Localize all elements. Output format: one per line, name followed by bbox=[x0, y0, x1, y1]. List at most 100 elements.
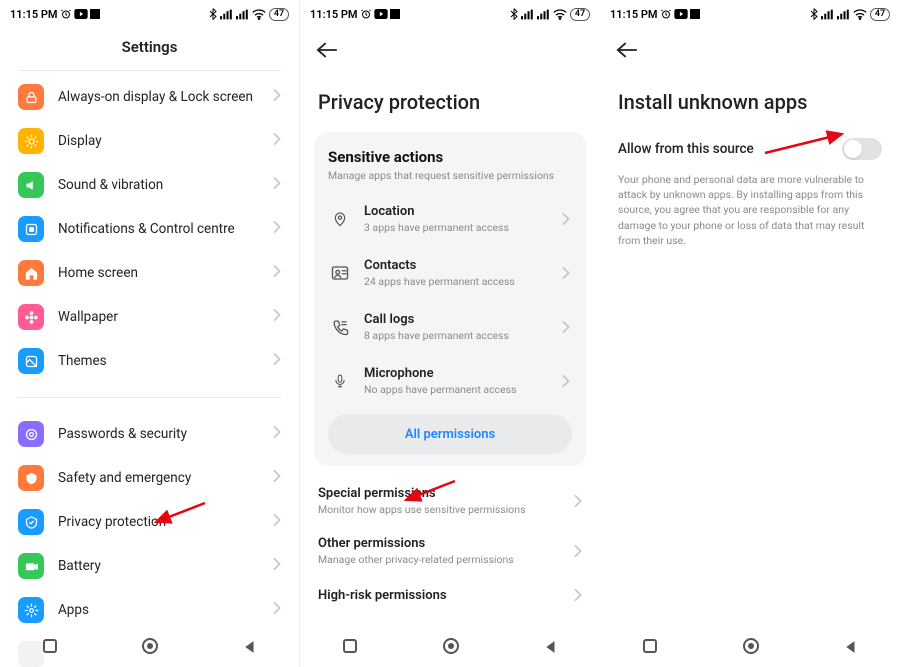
settings-item[interactable]: Passwords & security bbox=[0, 412, 299, 456]
gear-shield-icon bbox=[18, 421, 44, 447]
signal-icon bbox=[220, 9, 233, 20]
square-icon bbox=[90, 9, 100, 19]
settings-item-label: Notifications & Control centre bbox=[58, 221, 235, 237]
phone-icon bbox=[330, 319, 350, 336]
nav-bar bbox=[0, 629, 299, 667]
alarm-icon bbox=[660, 8, 672, 20]
bluetooth-icon bbox=[209, 8, 217, 20]
chevron-right-icon bbox=[574, 492, 582, 511]
alarm-icon bbox=[360, 8, 372, 20]
nav-bar bbox=[300, 629, 600, 667]
card-title: Sensitive actions bbox=[328, 148, 572, 166]
more-permission-sub: Manage other privacy-related permissions bbox=[318, 553, 514, 566]
chevron-right-icon bbox=[273, 89, 281, 105]
settings-item[interactable]: Privacy protection bbox=[0, 500, 299, 544]
chevron-right-icon bbox=[273, 470, 281, 486]
page-title: Settings bbox=[0, 28, 299, 70]
wifi-icon bbox=[553, 9, 567, 20]
nav-home-icon[interactable] bbox=[742, 637, 760, 659]
all-permissions-button[interactable]: All permissions bbox=[328, 414, 572, 454]
gear-icon bbox=[18, 597, 44, 623]
back-button[interactable] bbox=[616, 38, 640, 62]
settings-item-label: Sound & vibration bbox=[58, 177, 163, 193]
permission-label: Call logs bbox=[364, 312, 509, 327]
nav-recent-icon[interactable] bbox=[42, 638, 58, 658]
more-permission-label: Other permissions bbox=[318, 536, 514, 551]
permission-label: Contacts bbox=[364, 258, 515, 273]
chevron-right-icon bbox=[273, 602, 281, 618]
nav-recent-icon[interactable] bbox=[642, 638, 658, 658]
chevron-right-icon bbox=[273, 514, 281, 530]
settings-item-label: Safety and emergency bbox=[58, 470, 191, 486]
bluetooth-icon bbox=[810, 8, 818, 20]
signal-icon bbox=[521, 9, 534, 20]
settings-item-label: Privacy protection bbox=[58, 514, 166, 530]
settings-item[interactable]: Safety and emergency bbox=[0, 456, 299, 500]
nav-back-icon[interactable] bbox=[243, 639, 257, 658]
screen-privacy-protection: 11:15 PM 47 Privacy protection Sensitive… bbox=[300, 0, 600, 667]
status-time: 11:15 PM bbox=[310, 8, 358, 21]
chevron-right-icon bbox=[273, 353, 281, 369]
settings-item[interactable]: Notifications & Control centre bbox=[0, 207, 299, 251]
nav-bar bbox=[600, 629, 900, 667]
chevron-right-icon bbox=[273, 265, 281, 281]
settings-item-label: Themes bbox=[58, 353, 107, 369]
more-permission-label: High-risk permissions bbox=[318, 588, 447, 603]
square-icon bbox=[390, 9, 400, 19]
battery-icon: 47 bbox=[269, 8, 289, 21]
wifi-icon bbox=[252, 9, 266, 20]
permission-item[interactable]: Contacts 24 apps have permanent access bbox=[328, 246, 572, 300]
status-time: 11:15 PM bbox=[610, 8, 658, 21]
permission-item[interactable]: Call logs 8 apps have permanent access bbox=[328, 300, 572, 354]
settings-item[interactable]: Sound & vibration bbox=[0, 163, 299, 207]
lock-icon bbox=[18, 84, 44, 110]
permission-item[interactable]: Location 3 apps have permanent access bbox=[328, 192, 572, 246]
chevron-right-icon bbox=[574, 586, 582, 605]
nav-back-icon[interactable] bbox=[844, 639, 858, 658]
nav-home-icon[interactable] bbox=[141, 637, 159, 659]
signal-icon bbox=[537, 9, 550, 20]
youtube-icon bbox=[74, 9, 88, 19]
wifi-icon bbox=[853, 9, 867, 20]
screen-install-unknown-apps: 11:15 PM 47 Install unknown apps Allow f… bbox=[600, 0, 900, 667]
settings-item[interactable]: Display bbox=[0, 119, 299, 163]
page-title: Privacy protection bbox=[300, 68, 600, 132]
chevron-right-icon bbox=[273, 221, 281, 237]
nav-home-icon[interactable] bbox=[442, 637, 460, 659]
chevron-right-icon bbox=[273, 309, 281, 325]
more-permission-item[interactable]: Special permissionsMonitor how apps use … bbox=[318, 476, 582, 526]
more-permission-item[interactable]: High-risk permissions bbox=[318, 576, 582, 615]
settings-item[interactable]: Always-on display & Lock screen bbox=[0, 75, 299, 119]
permission-item[interactable]: MicrophoneNo apps have permanent access bbox=[328, 354, 572, 408]
flower-icon bbox=[18, 304, 44, 330]
settings-item[interactable]: Home screen bbox=[0, 251, 299, 295]
settings-item-label: Always-on display & Lock screen bbox=[58, 89, 253, 105]
more-permission-item[interactable]: Other permissions Manage other privacy-re… bbox=[318, 526, 582, 576]
youtube-icon bbox=[374, 9, 388, 19]
nav-back-icon[interactable] bbox=[544, 639, 558, 658]
nav-recent-icon[interactable] bbox=[342, 638, 358, 658]
speaker-icon bbox=[18, 172, 44, 198]
permission-sub: 24 apps have permanent access bbox=[364, 275, 515, 288]
settings-item[interactable]: Themes bbox=[0, 339, 299, 383]
page-title: Install unknown apps bbox=[600, 68, 900, 132]
settings-item-label: Passwords & security bbox=[58, 426, 187, 442]
chevron-right-icon bbox=[273, 133, 281, 149]
allow-source-toggle[interactable] bbox=[842, 138, 882, 160]
allow-source-label: Allow from this source bbox=[618, 141, 754, 157]
battery-icon: 47 bbox=[570, 8, 590, 21]
back-button[interactable] bbox=[316, 38, 340, 62]
permission-label: Location bbox=[364, 204, 509, 219]
more-permissions-list: Special permissionsMonitor how apps use … bbox=[300, 466, 600, 615]
settings-item[interactable]: Wallpaper bbox=[0, 295, 299, 339]
settings-item[interactable]: Apps bbox=[0, 588, 299, 632]
status-time: 11:15 PM bbox=[10, 8, 58, 21]
chevron-right-icon bbox=[562, 372, 570, 391]
screen-settings: 11:15 PM 47 bbox=[0, 0, 300, 667]
control-icon bbox=[18, 216, 44, 242]
settings-item[interactable]: Battery bbox=[0, 544, 299, 588]
permission-sub: 3 apps have permanent access bbox=[364, 221, 509, 234]
permission-sub: 8 apps have permanent access bbox=[364, 329, 509, 342]
chevron-right-icon bbox=[562, 210, 570, 229]
theme-icon bbox=[18, 348, 44, 374]
